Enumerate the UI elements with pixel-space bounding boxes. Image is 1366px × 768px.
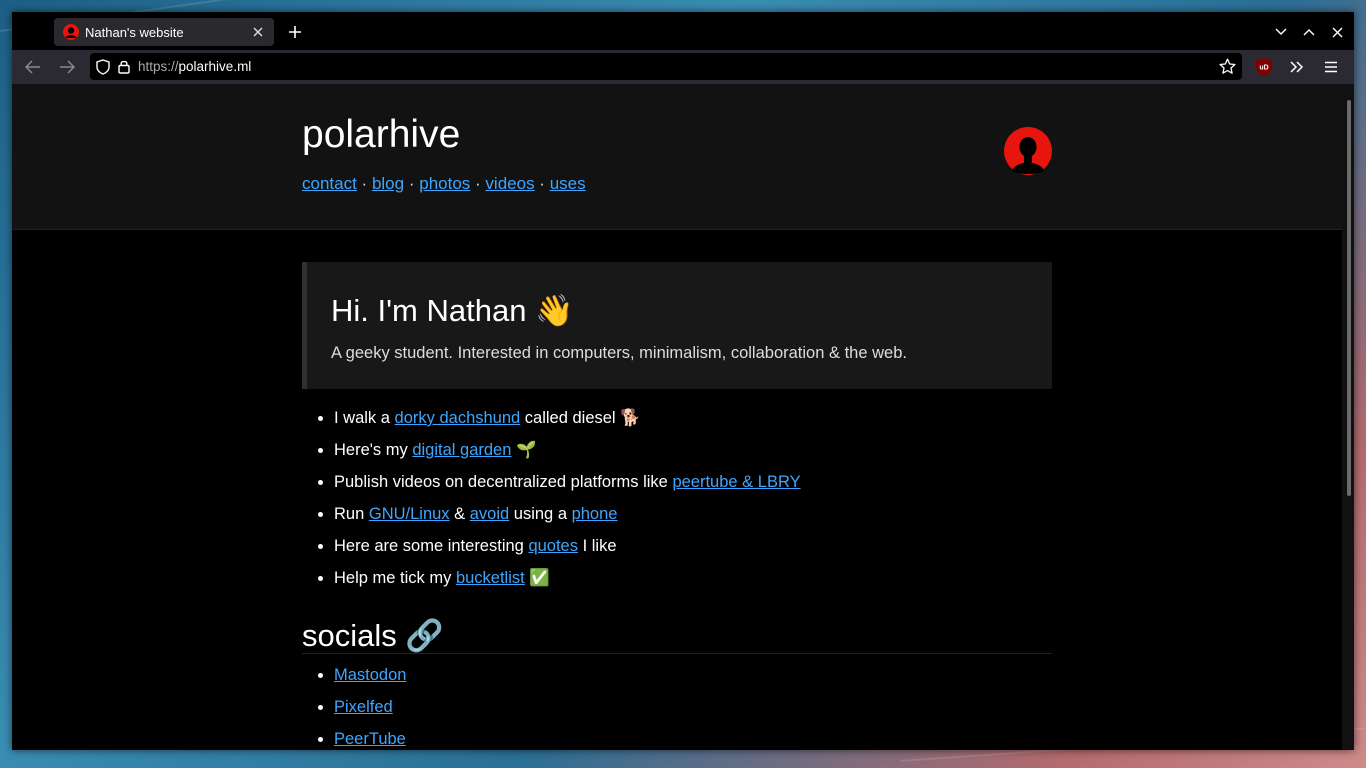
- tab-active[interactable]: Nathan's website: [54, 18, 274, 46]
- nav-link-blog[interactable]: blog: [372, 174, 404, 193]
- socials-list: Mastodon Pixelfed PeerTube: [314, 663, 406, 750]
- link-pixelfed[interactable]: Pixelfed: [334, 698, 393, 716]
- list-item: Here's my digital garden 🌱: [334, 438, 1054, 470]
- seedling-icon: 🌱: [516, 440, 537, 459]
- back-arrow-icon[interactable]: [21, 56, 45, 78]
- close-tab-icon[interactable]: [248, 22, 268, 42]
- check-mark-icon: ✅: [529, 568, 550, 587]
- site-title[interactable]: polarhive: [302, 112, 460, 159]
- tab-title: Nathan's website: [85, 24, 184, 40]
- link-gnu-linux[interactable]: GNU/Linux: [369, 505, 450, 523]
- link-bucketlist[interactable]: bucketlist: [456, 569, 525, 587]
- link-chain-icon: 🔗: [405, 618, 444, 654]
- site-header: polarhive contact · blog · photos · vide…: [12, 84, 1342, 230]
- hamburger-menu-icon[interactable]: [1319, 56, 1343, 78]
- intro-subtitle: A geeky student. Interested in computers…: [331, 344, 907, 362]
- shield-icon[interactable]: [96, 58, 110, 75]
- list-item: Here are some interesting quotes I like: [334, 534, 1054, 566]
- link-quotes[interactable]: quotes: [528, 537, 578, 555]
- link-peertube[interactable]: peertube: [672, 473, 742, 491]
- list-item: Help me tick my bucketlist ✅: [334, 566, 1054, 598]
- nav-link-contact[interactable]: contact: [302, 174, 357, 193]
- avatar[interactable]: [1004, 127, 1052, 175]
- intro-card: Hi. I'm Nathan 👋 A geeky student. Intere…: [302, 262, 1052, 389]
- url-text[interactable]: https://polarhive.ml: [138, 59, 251, 74]
- bookmark-star-icon[interactable]: [1219, 58, 1236, 75]
- page-content: polarhive contact · blog · photos · vide…: [12, 84, 1342, 750]
- socials-heading: socials 🔗: [302, 618, 444, 654]
- link-peertube-social[interactable]: PeerTube: [334, 730, 406, 748]
- tab-bar: Nathan's website: [12, 12, 1354, 50]
- nav-separator: ·: [539, 174, 545, 193]
- site-favicon-icon: [63, 24, 79, 40]
- link-ampersand[interactable]: &: [742, 473, 758, 491]
- ublock-origin-icon[interactable]: uD: [1255, 57, 1273, 77]
- dog-icon: 🐕: [620, 408, 641, 427]
- nav-link-uses[interactable]: uses: [550, 174, 586, 193]
- link-dorky-dachshund[interactable]: dorky dachshund: [395, 409, 521, 427]
- link-mastodon[interactable]: Mastodon: [334, 666, 406, 684]
- list-item: Mastodon: [334, 663, 406, 695]
- browser-window: Nathan's website https://polarhive.ml uD…: [12, 12, 1354, 750]
- list-item: Run GNU/Linux & avoid using a phone: [334, 502, 1054, 534]
- list-item: I walk a dorky dachshund called diesel 🐕: [334, 406, 1054, 438]
- link-lbry[interactable]: LBRY: [758, 473, 801, 491]
- lock-icon[interactable]: [118, 59, 130, 74]
- about-list: I walk a dorky dachshund called diesel 🐕…: [314, 406, 1054, 598]
- list-item: PeerTube: [334, 727, 406, 750]
- link-avoid[interactable]: avoid: [470, 505, 509, 523]
- scrollbar-thumb[interactable]: [1347, 100, 1351, 496]
- new-tab-icon[interactable]: [284, 21, 306, 43]
- site-nav: contact · blog · photos · videos · uses: [302, 174, 586, 194]
- link-digital-garden[interactable]: digital garden: [412, 441, 511, 459]
- nav-separator: ·: [361, 174, 368, 193]
- nav-separator: ·: [408, 174, 415, 193]
- extensions-overflow-icon[interactable]: [1285, 56, 1309, 78]
- divider: [302, 653, 1052, 654]
- waving-hand-icon: 👋: [535, 293, 574, 329]
- link-phone[interactable]: phone: [572, 505, 618, 523]
- forward-arrow-icon[interactable]: [55, 56, 79, 78]
- list-item: Pixelfed: [334, 695, 406, 727]
- intro-heading: Hi. I'm Nathan 👋: [331, 293, 574, 329]
- close-window-icon[interactable]: [1327, 22, 1347, 42]
- nav-separator: ·: [475, 174, 481, 193]
- list-tabs-icon[interactable]: [1271, 22, 1291, 42]
- list-item: Publish videos on decentralized platform…: [334, 470, 1054, 502]
- navigation-toolbar: https://polarhive.ml uD: [12, 50, 1354, 84]
- url-bar[interactable]: https://polarhive.ml: [90, 53, 1242, 80]
- nav-link-videos[interactable]: videos: [485, 174, 534, 193]
- svg-text:uD: uD: [1259, 65, 1268, 72]
- maximize-icon[interactable]: [1299, 22, 1319, 42]
- nav-link-photos[interactable]: photos: [419, 174, 470, 193]
